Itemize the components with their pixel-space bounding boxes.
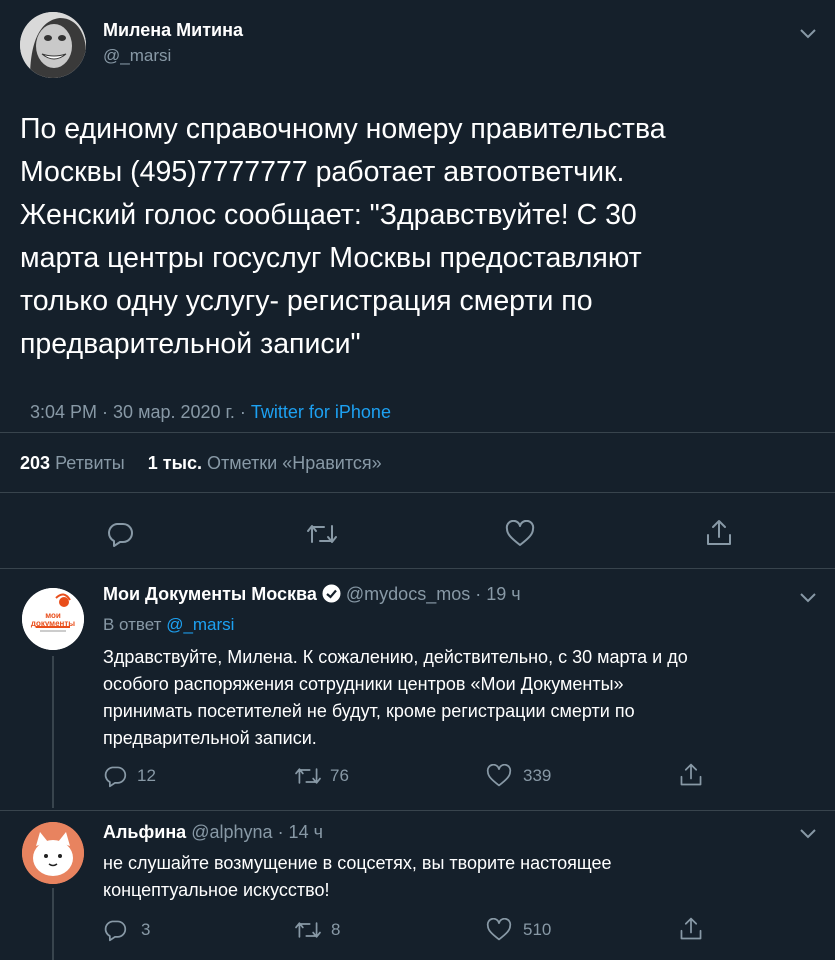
share-icon[interactable]: [704, 518, 734, 548]
retweets-count: 203: [20, 453, 51, 473]
tweet-text-line: не слушайте возмущение в соцсетях, вы тв…: [103, 853, 612, 873]
retweets-label: Ретвиты: [55, 453, 125, 473]
tweet-text-line: концептуальное искусство!: [103, 880, 330, 900]
display-name[interactable]: Мои Документы Москва: [103, 584, 317, 604]
reply-count: 12: [137, 766, 156, 785]
tweet-text-line: принимать посетителей не будут, кроме ре…: [103, 701, 635, 721]
reply-icon[interactable]: [103, 764, 127, 788]
timestamp[interactable]: · 14 ч: [278, 822, 323, 842]
handle[interactable]: @alphyna: [191, 822, 272, 842]
avatar[interactable]: мои документы: [22, 588, 84, 650]
reply-header: Мои Документы Москва @mydocs_mos · 19 ч: [103, 584, 521, 605]
tweet-text-line: только одну услугу- регистрация смерти п…: [20, 285, 593, 317]
likes-label: Отметки «Нравится»: [206, 453, 382, 473]
retweet-icon[interactable]: [306, 520, 338, 548]
divider: [0, 432, 835, 433]
tweet-text: не слушайте возмущение в соцсетях, вы тв…: [103, 850, 823, 904]
retweet-count: 76: [330, 766, 349, 785]
like-icon[interactable]: [486, 764, 512, 788]
divider: [0, 568, 835, 569]
chevron-down-icon[interactable]: [798, 826, 818, 840]
reply-prefix: В ответ: [103, 615, 162, 634]
verified-badge-icon: [322, 584, 341, 603]
likes-stat[interactable]: 1 тыс. Отметки «Нравится»: [148, 453, 382, 473]
timestamp[interactable]: · 19 ч: [475, 584, 520, 604]
likes-count: 1 тыс.: [147, 453, 202, 473]
tweet-meta: 3:04 PM · 30 мар. 2020 г. · Twitter for …: [20, 381, 391, 423]
reply-to-line: В ответ @_marsi: [103, 615, 234, 635]
like-count: 510: [523, 920, 552, 939]
tweet-text-line: По единому справочному номеру правительс…: [20, 113, 666, 145]
avatar[interactable]: [20, 12, 86, 78]
tweet-text-line: Женский голос сообщает: "Здравствуйте! С…: [20, 199, 637, 231]
reply-header: Альфина @alphyna · 14 ч: [103, 822, 323, 843]
tweet-text-line: особого распоряжения сотрудники центров …: [103, 674, 624, 694]
chevron-down-icon[interactable]: [798, 590, 818, 604]
like-count: 339: [523, 766, 552, 785]
tweet-text-line: предварительной записи": [20, 328, 361, 360]
avatar[interactable]: [22, 822, 84, 884]
retweets-stat[interactable]: 203 Ретвиты: [20, 453, 130, 473]
reply-icon[interactable]: [106, 520, 134, 548]
timestamp[interactable]: 3:04 PM · 30 мар. 2020 г. ·: [30, 402, 251, 422]
chevron-down-icon[interactable]: [798, 26, 818, 40]
display-name[interactable]: Милена Митина: [103, 20, 243, 41]
divider: [0, 492, 835, 493]
retweet-count: 8: [331, 920, 341, 939]
tweet-text-line: Москвы (495)7777777 работает автоответчи…: [20, 156, 625, 188]
tweet-text-line: предварительной записи.: [103, 728, 317, 748]
retweet-icon[interactable]: [294, 918, 322, 942]
tweet-text-line: марта центры госуслуг Москвы предоставля…: [20, 242, 642, 274]
display-name[interactable]: Альфина: [103, 822, 186, 842]
reply-icon[interactable]: [103, 918, 127, 942]
handle[interactable]: @mydocs_mos: [346, 584, 470, 604]
divider: [0, 810, 835, 811]
handle[interactable]: @_marsi: [103, 46, 171, 66]
like-icon[interactable]: [505, 520, 535, 548]
tweet-text: По единому справочному номеру правительс…: [20, 108, 820, 366]
source-link[interactable]: Twitter for iPhone: [251, 402, 391, 422]
retweet-icon[interactable]: [294, 764, 322, 788]
reply-count: 3: [141, 920, 151, 939]
avatar-logo-text: мои документы: [30, 611, 76, 628]
thread-line: [52, 888, 54, 960]
thread-line: [52, 656, 54, 808]
tweet-text: Здравствуйте, Милена. К сожалению, дейст…: [103, 644, 823, 752]
share-icon[interactable]: [678, 916, 704, 942]
engagement-stats: 203 Ретвиты 1 тыс. Отметки «Нравится»: [20, 453, 382, 474]
share-icon[interactable]: [678, 762, 704, 788]
like-icon[interactable]: [486, 918, 512, 942]
reply-to-handle[interactable]: @_marsi: [166, 615, 234, 634]
tweet-text-line: Здравствуйте, Милена. К сожалению, дейст…: [103, 647, 688, 667]
